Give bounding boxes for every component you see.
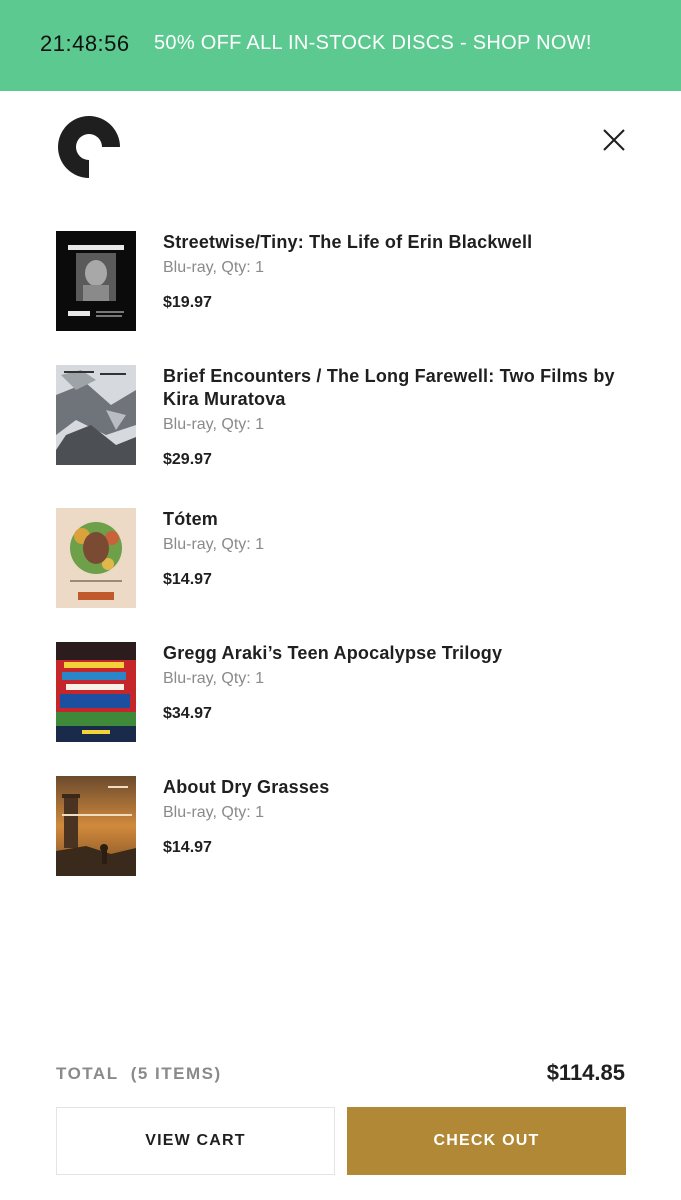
item-format-qty: Blu-ray, Qty: 1: [163, 670, 265, 687]
cover-image[interactable]: [56, 776, 136, 876]
total-label: TOTAL (5 ITEMS): [56, 1064, 222, 1083]
cover-image[interactable]: [56, 365, 136, 465]
check-out-button[interactable]: CHECK OUT: [347, 1107, 626, 1175]
cart-item: About Dry Grasses Blu-ray, Qty: 1 $14.97: [56, 776, 626, 876]
promo-text[interactable]: 50% OFF ALL IN-STOCK DISCS - SHOP NOW!: [154, 32, 592, 55]
cart-item: Brief Encounters / The Long Farewell: Tw…: [56, 365, 626, 469]
item-title[interactable]: Streetwise/Tiny: The Life of Erin Blackw…: [163, 231, 626, 254]
promo-banner[interactable]: 21:48:56 50% OFF ALL IN-STOCK DISCS - SH…: [0, 0, 681, 91]
cart-item: Gregg Araki’s Teen Apocalypse Trilogy Bl…: [56, 642, 626, 742]
item-format-qty: Blu-ray, Qty: 1: [163, 536, 265, 553]
item-price: $34.97: [163, 705, 212, 722]
item-price: $14.97: [163, 571, 212, 588]
cover-image[interactable]: [56, 508, 136, 608]
item-title[interactable]: Brief Encounters / The Long Farewell: Tw…: [163, 365, 626, 411]
item-title[interactable]: Gregg Araki’s Teen Apocalypse Trilogy: [163, 642, 626, 665]
item-price: $14.97: [163, 839, 212, 856]
cart-item: Streetwise/Tiny: The Life of Erin Blackw…: [56, 231, 626, 331]
cart-drawer: 21:48:56 50% OFF ALL IN-STOCK DISCS - SH…: [0, 0, 681, 1200]
cover-image[interactable]: [56, 642, 136, 742]
cart-item: Tótem Blu-ray, Qty: 1 $14.97: [56, 508, 626, 608]
countdown-timer: 21:48:56: [40, 31, 130, 56]
item-title[interactable]: Tótem: [163, 508, 626, 531]
item-format-qty: Blu-ray, Qty: 1: [163, 804, 265, 821]
item-format-qty: Blu-ray, Qty: 1: [163, 259, 265, 276]
close-icon[interactable]: [596, 122, 632, 158]
total-value: $114.85: [546, 1060, 625, 1085]
criterion-logo-icon[interactable]: [56, 114, 122, 180]
view-cart-button[interactable]: VIEW CART: [56, 1107, 335, 1175]
item-format-qty: Blu-ray, Qty: 1: [163, 416, 265, 433]
item-title[interactable]: About Dry Grasses: [163, 776, 626, 799]
item-price: $29.97: [163, 451, 212, 468]
item-price: $19.97: [163, 294, 212, 311]
cover-image[interactable]: [56, 231, 136, 331]
